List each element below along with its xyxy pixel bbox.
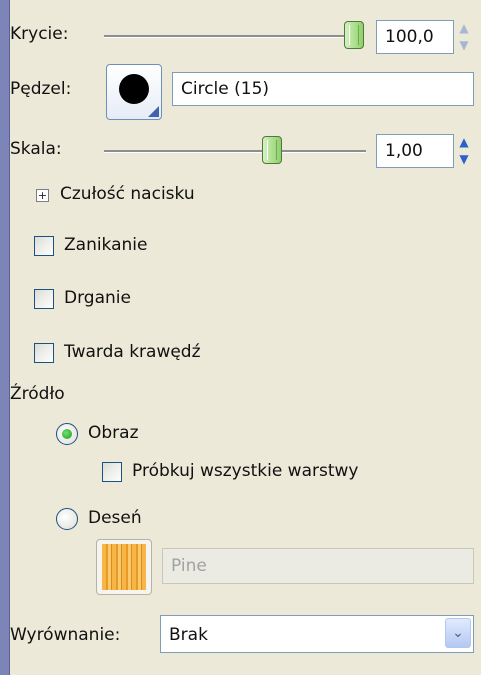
source-pattern-radio[interactable] <box>56 508 78 530</box>
hard-edge-label[interactable]: Twarda krawędź <box>64 342 201 362</box>
pattern-name-field: Pine <box>162 548 474 584</box>
opacity-slider-handle[interactable] <box>344 21 364 49</box>
brush-label: Pędzel: <box>10 79 72 99</box>
dock-left-border <box>0 0 10 675</box>
source-image-label[interactable]: Obraz <box>88 423 139 443</box>
brush-preview-icon <box>119 74 149 104</box>
alignment-value: Brak <box>169 625 208 645</box>
scale-spinbox[interactable]: 1,00 <box>376 134 454 168</box>
pattern-name-text: Pine <box>171 556 207 576</box>
chevron-down-icon[interactable]: ⌄ <box>445 618 471 648</box>
opacity-spinbox[interactable]: 100,0 <box>376 20 454 54</box>
scale-slider[interactable] <box>104 150 366 153</box>
jitter-label[interactable]: Drganie <box>64 288 131 308</box>
scale-slider-handle[interactable] <box>262 136 282 164</box>
sample-all-layers-checkbox[interactable] <box>102 462 122 482</box>
alignment-label: Wyrównanie: <box>10 625 121 645</box>
dropdown-corner-icon <box>148 106 159 117</box>
source-pattern-label[interactable]: Deseń <box>88 508 142 528</box>
brush-name-field[interactable]: Circle (15) <box>172 72 474 106</box>
spin-down-icon[interactable]: ▼ <box>456 151 472 167</box>
fade-checkbox[interactable] <box>34 236 54 256</box>
spin-up-icon[interactable]: ▲ <box>456 20 472 36</box>
sample-all-layers-label[interactable]: Próbkuj wszystkie warstwy <box>132 461 358 481</box>
spin-down-icon[interactable]: ▼ <box>456 37 472 53</box>
opacity-value: 100,0 <box>385 27 434 47</box>
spin-up-icon[interactable]: ▲ <box>456 134 472 150</box>
pattern-selector-button[interactable] <box>96 539 152 595</box>
jitter-checkbox[interactable] <box>34 289 54 309</box>
opacity-slider[interactable] <box>104 35 358 38</box>
hard-edge-checkbox[interactable] <box>34 343 54 363</box>
brush-name-text: Circle (15) <box>181 79 270 99</box>
source-heading: Źródło <box>10 384 65 404</box>
opacity-spin-buttons[interactable]: ▲ ▼ <box>454 20 474 54</box>
source-image-radio[interactable] <box>56 423 78 445</box>
scale-label: Skala: <box>10 139 62 159</box>
expander-plus-icon[interactable]: + <box>36 189 49 202</box>
scale-spin-buttons[interactable]: ▲ ▼ <box>454 134 474 168</box>
pressure-sensitivity-label[interactable]: Czułość nacisku <box>60 184 195 204</box>
fade-label[interactable]: Zanikanie <box>64 235 147 255</box>
opacity-label: Krycie: <box>10 24 69 44</box>
alignment-combobox[interactable]: Brak ⌄ <box>160 615 474 653</box>
scale-value: 1,00 <box>385 141 423 161</box>
brush-selector-button[interactable] <box>106 64 162 120</box>
pine-pattern-icon <box>102 544 146 590</box>
